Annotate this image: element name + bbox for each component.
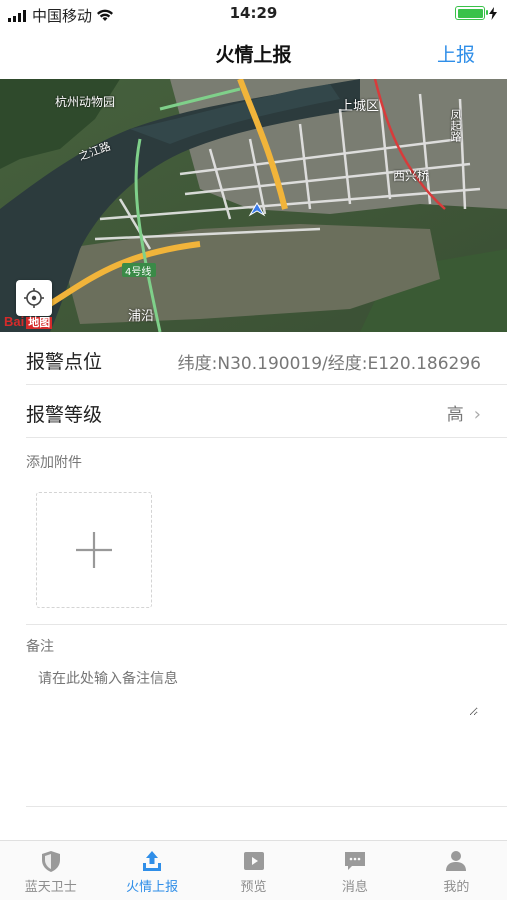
map-label: 浦沿	[128, 309, 155, 324]
attachment-label: 添加附件	[26, 455, 82, 471]
tab-label: 我的	[443, 880, 470, 895]
map-label: 杭州动物园	[55, 95, 116, 109]
divider	[26, 624, 507, 625]
map-label: 凤起路	[449, 109, 462, 142]
alarm-level-row[interactable]: 报警等级 高 ›	[26, 385, 507, 438]
tab-label: 预览	[240, 880, 267, 895]
battery-icon	[455, 6, 488, 20]
tab-label: 蓝天卫士	[24, 880, 77, 895]
person-icon	[446, 851, 467, 871]
alarm-level-value: 高	[446, 405, 464, 425]
crosshair-icon	[24, 288, 44, 308]
tab-sky-guard[interactable]: 蓝天卫士	[0, 841, 101, 900]
nav-bar: 火情上报 上报	[0, 28, 507, 78]
alarm-location-row: 报警点位 纬度:N30.190019/经度:E120.186296	[26, 332, 507, 385]
remark-input[interactable]	[38, 668, 478, 716]
battery-area	[455, 6, 497, 20]
submit-report-button[interactable]: 上报	[437, 40, 475, 67]
divider	[26, 806, 507, 807]
alarm-level-selector[interactable]: 高 ›	[447, 400, 481, 425]
tab-mine[interactable]: 我的	[406, 841, 507, 900]
shield-icon	[41, 851, 60, 872]
map-provider-logo: Bai 地图	[4, 314, 53, 329]
locate-button[interactable]	[16, 280, 52, 316]
tab-messages[interactable]: 消息	[304, 841, 405, 900]
alarm-location-value: 纬度:N30.190019/经度:E120.186296	[177, 354, 481, 374]
play-icon	[243, 852, 264, 870]
tab-bar: 蓝天卫士 火情上报 预览 消息 我的	[0, 840, 507, 900]
map-label: 上城区	[340, 99, 380, 114]
chevron-right-icon: ›	[473, 404, 481, 425]
plus-icon	[76, 532, 112, 568]
status-bar: 中国移动 14:29	[0, 0, 507, 28]
remark-label: 备注	[26, 639, 54, 655]
upload-icon	[143, 851, 162, 871]
charging-icon	[489, 6, 497, 20]
add-attachment-button[interactable]	[36, 492, 152, 608]
tab-label: 火情上报	[126, 880, 179, 895]
tab-label: 消息	[341, 880, 368, 895]
page-title: 火情上报	[215, 44, 292, 66]
alarm-location-label: 报警点位	[26, 351, 103, 373]
message-icon	[344, 852, 365, 870]
satellite-map	[0, 79, 507, 332]
alarm-level-label: 报警等级	[26, 404, 103, 426]
clock: 14:29	[229, 4, 278, 22]
map-label: 西兴桥	[393, 169, 430, 183]
metro-line-label: 4号线	[125, 267, 152, 278]
map-view[interactable]: 杭州动物园 之江路 上城区 凤起路 西兴桥 4号线 浦沿	[0, 79, 507, 332]
tab-preview[interactable]: 预览	[203, 841, 304, 900]
tab-fire-report[interactable]: 火情上报	[101, 841, 202, 900]
